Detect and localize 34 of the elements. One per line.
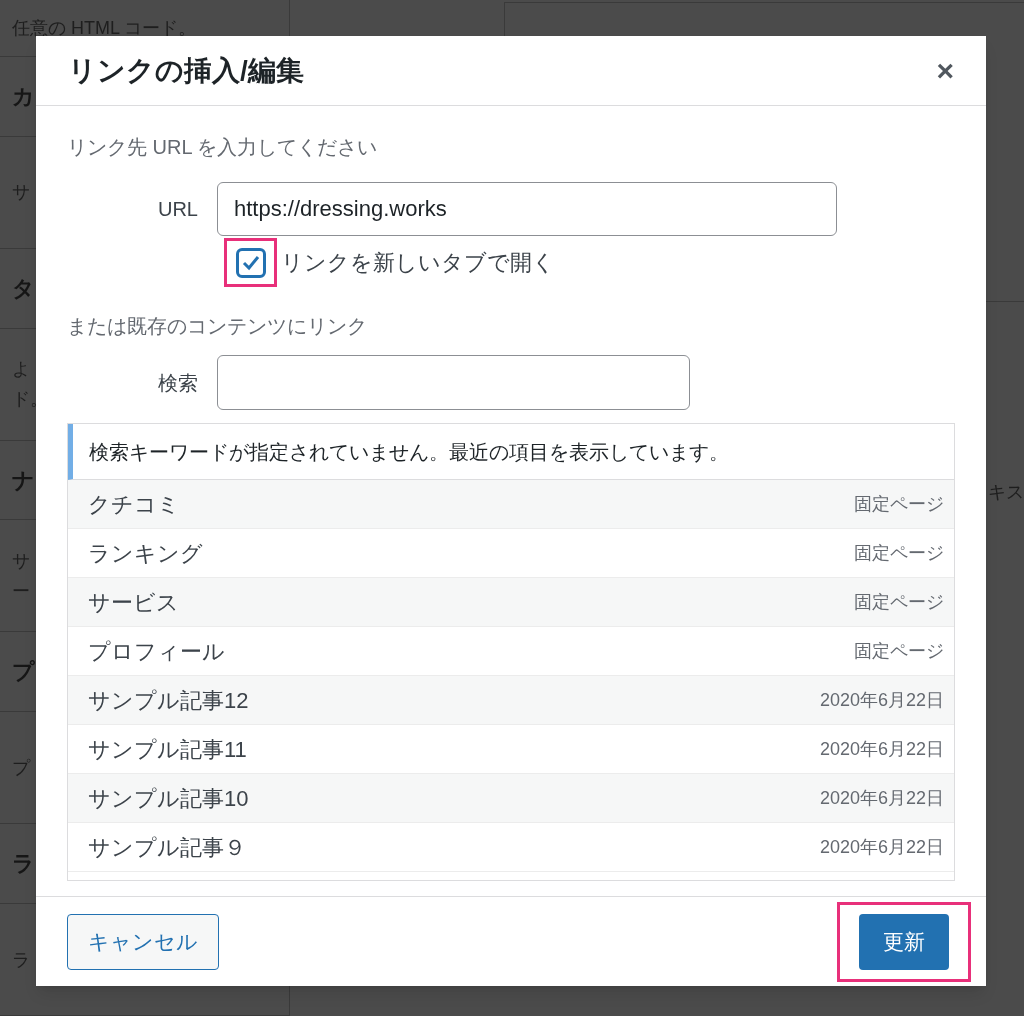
update-button[interactable]: 更新 — [859, 913, 949, 970]
cancel-button[interactable]: キャンセル — [67, 913, 219, 970]
item-type: 2020年6月22日 — [819, 737, 944, 761]
item-type: 2020年6月22日 — [819, 688, 944, 712]
item-title: サンプル記事12 — [88, 686, 249, 715]
checkmark-icon — [241, 254, 260, 271]
dialog-title: リンクの挿入/編集 — [68, 53, 304, 88]
url-field[interactable]: https://dressing.works — [217, 182, 837, 236]
item-title: サンプル記事９ — [88, 833, 246, 862]
item-title: プロフィール — [88, 637, 225, 666]
item-type: 固定ページ — [854, 639, 944, 663]
item-title: サンプル記事11 — [88, 735, 247, 764]
item-title: クチコミ — [88, 490, 180, 519]
close-button[interactable]: × — [936, 55, 954, 86]
item-title: サンプル記事10 — [88, 784, 249, 813]
checkbox[interactable] — [235, 247, 266, 278]
result-item[interactable]: サンプル記事10 2020年6月22日 — [68, 774, 954, 823]
item-type: 固定ページ — [854, 590, 944, 614]
item-type: 2020年6月22日 — [819, 786, 944, 810]
item-type: 固定ページ — [854, 541, 944, 565]
result-item[interactable]: サンプル記事12 2020年6月22日 — [68, 676, 954, 725]
item-type: 固定ページ — [854, 492, 944, 516]
search-field[interactable] — [217, 355, 690, 410]
result-item[interactable]: サービス 固定ページ — [68, 578, 954, 627]
item-type: 2020年6月22日 — [819, 835, 944, 859]
search-label: 検索 — [157, 370, 199, 396]
item-title: ランキング — [88, 539, 203, 568]
section-heading: または既存のコンテンツにリンク — [67, 314, 367, 339]
url-label: URL — [157, 197, 199, 222]
section-heading: リンク先 URL を入力してください — [67, 135, 378, 160]
notice-text: 検索キーワードが指定されていません。最近の項目を表示しています。 — [89, 439, 729, 465]
item-title: サービス — [88, 588, 179, 617]
result-item[interactable]: クチコミ 固定ページ — [68, 480, 954, 529]
checkbox-label: リンクを新しいタブで開く — [281, 249, 555, 277]
